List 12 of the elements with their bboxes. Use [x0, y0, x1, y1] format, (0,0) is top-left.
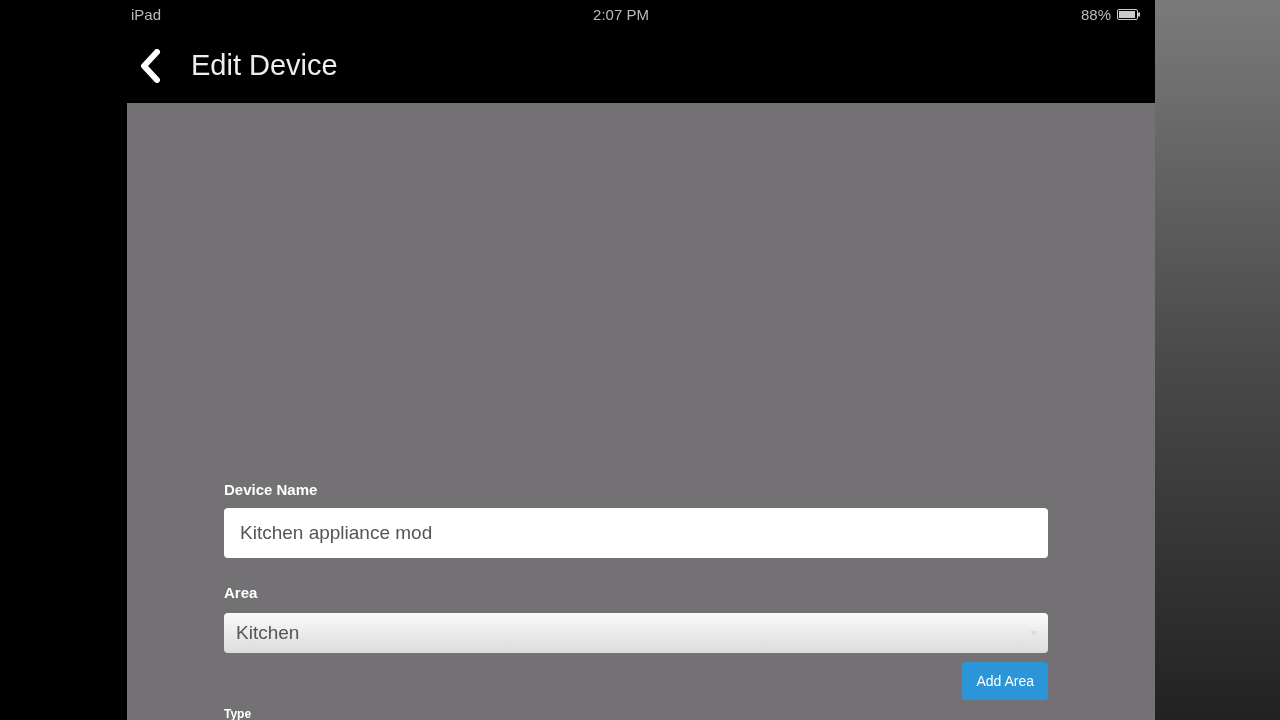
area-dropdown[interactable]: Kitchen	[224, 613, 1048, 653]
add-area-button[interactable]: Add Area	[962, 662, 1048, 700]
page-title: Edit Device	[191, 49, 338, 82]
battery-percent: 88%	[1080, 5, 1111, 23]
back-icon[interactable]	[139, 48, 161, 83]
carrier-label: iPad	[131, 5, 162, 23]
field-label: Type	[224, 708, 253, 720]
clock-text: 2:07 PM	[593, 5, 649, 23]
field-label: Device Name	[224, 481, 319, 498]
battery-icon	[1117, 8, 1141, 20]
field-label: Area	[224, 584, 259, 601]
device-name-field[interactable]: Kitchen appliance mod	[224, 508, 1048, 558]
